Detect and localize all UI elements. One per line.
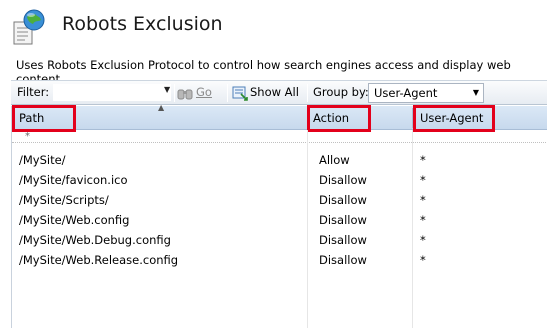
cell-path: /MySite/favicon.ico <box>19 173 128 187</box>
chevron-down-icon: ▼ <box>472 88 479 97</box>
cell-action: Disallow <box>319 253 367 267</box>
sort-ascending-icon: ▲ <box>158 103 165 112</box>
page-title: Robots Exclusion <box>62 13 223 35</box>
toolbar-separator <box>307 84 308 102</box>
group-by-label: Group by: <box>313 85 369 99</box>
filter-label: Filter: <box>17 85 50 99</box>
highlight-box-user-agent <box>413 105 495 132</box>
page-header: Robots Exclusion <box>0 0 547 56</box>
new-row-marker: * <box>25 131 30 142</box>
toolbar-separator <box>227 84 228 102</box>
cell-user-agent: * <box>420 153 426 167</box>
binoculars-icon[interactable] <box>177 85 193 101</box>
highlight-box-path <box>12 105 76 132</box>
go-button[interactable]: Go <box>196 85 212 99</box>
globe-document-icon <box>13 9 45 45</box>
rules-list: Path ▲ Action User-Agent * /MySite/ Allo… <box>11 103 547 328</box>
table-row[interactable]: /MySite/Web.Debug.config Disallow * <box>12 230 547 250</box>
cell-user-agent: * <box>420 233 426 247</box>
cell-path: /MySite/Scripts/ <box>19 193 109 207</box>
group-by-value: User-Agent <box>374 86 438 100</box>
cell-user-agent: * <box>420 193 426 207</box>
cell-path: /MySite/Web.config <box>19 213 130 227</box>
group-by-select[interactable]: User-Agent ▼ <box>368 83 484 103</box>
cell-path: /MySite/ <box>19 153 66 167</box>
cell-path: /MySite/Web.Release.config <box>19 253 179 267</box>
show-all-icon[interactable] <box>232 85 248 101</box>
filter-toolbar: Filter: ▼ Go Show All Group by: User-Age… <box>11 80 547 105</box>
cell-action: Disallow <box>319 213 367 227</box>
highlight-box-action <box>307 105 371 132</box>
filter-input[interactable] <box>53 84 171 101</box>
toolbar-separator <box>174 84 175 102</box>
cell-user-agent: * <box>420 213 426 227</box>
cell-action: Disallow <box>319 233 367 247</box>
table-row[interactable]: /MySite/ Allow * <box>12 150 547 170</box>
table-row[interactable]: /MySite/Web.config Disallow * <box>12 210 547 230</box>
cell-action: Allow <box>319 153 350 167</box>
filter-dropdown-arrow-icon[interactable]: ▼ <box>164 85 170 94</box>
table-row[interactable]: /MySite/Web.Release.config Disallow * <box>12 250 547 270</box>
cell-action: Disallow <box>319 173 367 187</box>
cell-path: /MySite/Web.Debug.config <box>19 233 171 247</box>
table-row[interactable]: /MySite/favicon.ico Disallow * <box>12 170 547 190</box>
show-all-button[interactable]: Show All <box>250 85 299 99</box>
new-row-divider <box>12 142 547 143</box>
table-row[interactable]: /MySite/Scripts/ Disallow * <box>12 190 547 210</box>
cell-action: Disallow <box>319 193 367 207</box>
cell-user-agent: * <box>420 173 426 187</box>
cell-user-agent: * <box>420 253 426 267</box>
